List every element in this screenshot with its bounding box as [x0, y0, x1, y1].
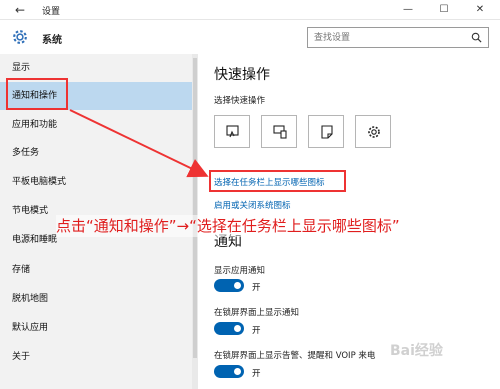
toggle-state-label: 开 — [252, 326, 261, 336]
toggle-state-label: 开 — [252, 283, 261, 293]
sidebar-item-multitasking[interactable]: 多任务 — [0, 139, 192, 167]
connect-icon — [273, 125, 287, 139]
highlight-box-link — [209, 170, 346, 192]
settings-header: 系统 — [0, 20, 500, 54]
search-icon[interactable] — [471, 32, 482, 43]
tablet-mode-icon — [226, 125, 239, 138]
quick-actions-title: 快速操作 — [214, 67, 270, 83]
sidebar-item-apps[interactable]: 应用和功能 — [0, 111, 192, 139]
sidebar-item-tablet-mode[interactable]: 平板电脑模式 — [0, 168, 192, 196]
quick-action-note[interactable] — [308, 115, 344, 148]
choose-quick-actions-label: 选择快速操作 — [214, 96, 266, 106]
window-title: 设置 — [42, 7, 61, 17]
gear-icon — [13, 30, 27, 44]
maximize-button[interactable]: ☐ — [426, 0, 462, 20]
minimize-button[interactable]: — — [390, 0, 426, 20]
quick-action-connect[interactable] — [261, 115, 297, 148]
note-icon — [321, 125, 333, 139]
sidebar-item-default-apps[interactable]: 默认应用 — [0, 314, 192, 342]
settings-icon — [368, 126, 380, 138]
quick-action-tablet-mode[interactable] — [214, 115, 250, 148]
quick-action-settings[interactable] — [355, 115, 391, 148]
toggle-state-label: 开 — [252, 369, 261, 379]
watermark: Bai经验 — [390, 343, 443, 359]
sidebar-item-about[interactable]: 关于 — [0, 343, 192, 371]
sidebar-item-offline-maps[interactable]: 脱机地图 — [0, 285, 192, 313]
lockscreen-notifications-toggle[interactable] — [214, 322, 244, 335]
title-bar: ← 设置 — ☐ ✕ — [0, 0, 500, 20]
app-notifications-toggle[interactable] — [214, 279, 244, 292]
lockscreen-alarms-label: 在锁屏界面上显示告警、提醒和 VOIP 来电 — [214, 351, 376, 361]
lockscreen-notifications-label: 在锁屏界面上显示通知 — [214, 308, 300, 318]
sidebar-item-storage[interactable]: 存储 — [0, 256, 192, 284]
page-title: 系统 — [42, 35, 62, 46]
back-arrow-icon[interactable]: ← — [12, 2, 28, 18]
annotation-caption: 点击“通知和操作”→“选择在任务栏上显示哪些图标” — [56, 215, 466, 237]
show-app-notifications-label: 显示应用通知 — [214, 266, 266, 276]
lockscreen-alarms-toggle[interactable] — [214, 365, 244, 378]
system-icons-link[interactable]: 启用或关闭系统图标 — [214, 199, 291, 211]
scrollbar-thumb[interactable] — [193, 58, 197, 358]
search-input[interactable] — [308, 28, 458, 47]
highlight-box-sidebar — [6, 78, 68, 110]
search-box[interactable] — [307, 27, 489, 48]
close-button[interactable]: ✕ — [462, 0, 498, 20]
